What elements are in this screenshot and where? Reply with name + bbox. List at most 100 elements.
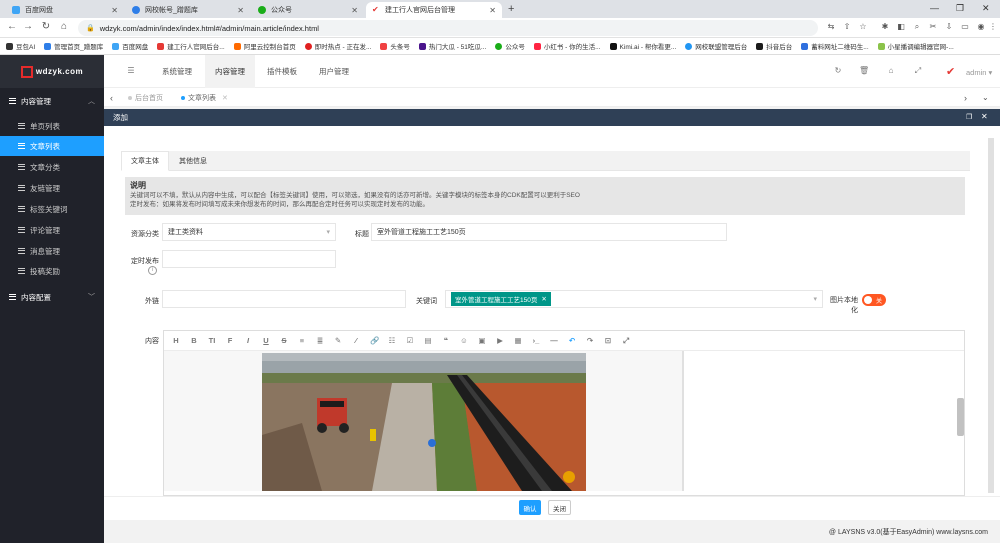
bookmark[interactable]: 阿里云控制台首页 bbox=[233, 41, 296, 51]
browser-tab[interactable]: 网校帐号_蹭题库 ✕ bbox=[126, 2, 250, 18]
sidebar-item-comments[interactable]: 评论管理 bbox=[0, 220, 104, 240]
list-icon[interactable]: ≣ bbox=[316, 336, 324, 345]
logo[interactable]: wdzyk.com bbox=[0, 55, 104, 88]
browser-tab-active[interactable]: ✔ 建工行人官网后台管理 ✕ bbox=[366, 2, 502, 18]
ordered-list-icon[interactable]: ☷ bbox=[388, 336, 396, 345]
keyword-tag[interactable]: 室外管道工程施工工艺150页 ✕ bbox=[451, 292, 551, 306]
menu-group-config[interactable]: 内容配置 ﹀ bbox=[0, 287, 104, 307]
bookmark[interactable]: Kimi.ai - 帮你看更... bbox=[609, 41, 676, 51]
bookmark[interactable]: 热门大瓜 - 51吃瓜... bbox=[418, 41, 486, 51]
tabs-menu-chevron-down-icon[interactable]: ⌄ bbox=[982, 88, 989, 107]
source-icon[interactable]: ⊡ bbox=[604, 336, 612, 345]
refresh-icon[interactable]: ↻ bbox=[833, 66, 843, 75]
image-icon[interactable]: ▣ bbox=[478, 336, 486, 345]
quote-icon[interactable]: ❝ bbox=[442, 336, 450, 345]
align-left-icon[interactable]: ▤ bbox=[424, 336, 432, 345]
sidebar-item-articles[interactable]: 文章列表 bbox=[0, 136, 104, 156]
title-input[interactable]: 室外管道工程施工工艺150页 bbox=[371, 223, 727, 241]
bookmark[interactable]: 建工行人官网后台... bbox=[157, 41, 225, 51]
search-icon[interactable]: ⌕ bbox=[912, 22, 922, 32]
bookmark[interactable]: 小星播调编辑器官网-... bbox=[877, 41, 954, 51]
undo-icon[interactable]: ↶ bbox=[568, 336, 576, 345]
menu-group-content[interactable]: 内容管理 ︿ bbox=[0, 91, 104, 111]
close-icon[interactable]: ✕ bbox=[541, 295, 546, 303]
browser-tab[interactable]: 百度网盘 ✕ bbox=[6, 2, 124, 18]
window-icon[interactable]: ▭ bbox=[960, 22, 970, 31]
emoji-icon[interactable]: ☺ bbox=[460, 336, 468, 345]
bookmark[interactable]: 公众号 bbox=[495, 41, 525, 51]
bookmark[interactable]: 抖音后台 bbox=[756, 41, 792, 51]
menu-icon[interactable]: ⋮ bbox=[988, 22, 998, 31]
close-icon[interactable]: ✕ bbox=[981, 112, 988, 121]
table-icon[interactable]: ▦ bbox=[514, 336, 522, 345]
dialog-scrollbar[interactable] bbox=[988, 138, 994, 493]
close-window-icon[interactable]: ✕ bbox=[982, 3, 990, 14]
forward-icon[interactable]: → bbox=[22, 21, 34, 32]
extensions-icon[interactable]: ✱ bbox=[880, 22, 890, 31]
back-icon[interactable]: ← bbox=[6, 21, 18, 32]
link-icon[interactable]: 🔗 bbox=[370, 336, 379, 345]
url-input[interactable]: 🔒 wdzyk.com/admin/index/index.html#/admi… bbox=[78, 20, 818, 36]
close-tab-icon[interactable]: ✕ bbox=[111, 6, 118, 15]
topnav-content[interactable]: 内容管理 bbox=[205, 55, 255, 88]
video-icon[interactable]: ▶ bbox=[496, 336, 504, 345]
download-icon[interactable]: ⇩ bbox=[944, 22, 954, 31]
editor-scrollbar-thumb[interactable] bbox=[957, 398, 964, 436]
font-icon[interactable]: F bbox=[226, 336, 234, 345]
close-tab-icon[interactable]: ✕ bbox=[237, 6, 244, 15]
tab-other-info[interactable]: 其他信息 bbox=[170, 151, 216, 171]
hamburger-icon[interactable]: ☰ bbox=[126, 66, 136, 75]
sidebar-item-tags[interactable]: 标签关键词 bbox=[0, 199, 104, 219]
pagetab-articles[interactable]: 文章列表 ✕ bbox=[181, 88, 228, 107]
bookmark[interactable]: 百度网盘 bbox=[112, 41, 148, 51]
close-button[interactable]: 关闭 bbox=[548, 500, 571, 515]
link-input[interactable] bbox=[162, 290, 406, 308]
minimize-icon[interactable]: — bbox=[930, 3, 939, 13]
maximize-icon[interactable]: ❐ bbox=[966, 113, 972, 121]
brush-icon[interactable]: ⁄ bbox=[352, 336, 360, 345]
new-tab-button[interactable]: + bbox=[508, 3, 514, 15]
translate-icon[interactable]: ⇆ bbox=[826, 22, 836, 31]
sidebar-item-messages[interactable]: 消息管理 bbox=[0, 241, 104, 261]
italic-icon[interactable]: I bbox=[244, 336, 252, 345]
user-avatar-icon[interactable]: ✔ bbox=[946, 65, 955, 78]
underline-icon[interactable]: U bbox=[262, 336, 270, 345]
home-icon[interactable]: ⌂ bbox=[886, 66, 896, 75]
sidebar-toggle-icon[interactable]: ◧ bbox=[896, 22, 906, 31]
title-icon[interactable]: TI bbox=[208, 336, 216, 345]
browser-tab[interactable]: 公众号 ✕ bbox=[252, 2, 364, 18]
keywords-select[interactable]: 室外管道工程施工工艺150页 ✕ ▾ bbox=[445, 290, 823, 308]
close-icon[interactable]: ✕ bbox=[222, 94, 228, 102]
info-icon[interactable]: i bbox=[148, 266, 157, 275]
bookmark[interactable]: 网校联盟管理后台 bbox=[685, 41, 747, 51]
sidebar-item-categories[interactable]: 文章分类 bbox=[0, 157, 104, 177]
bookmark[interactable]: 豆包AI bbox=[6, 41, 35, 51]
tabs-scroll-left-icon[interactable]: ‹ bbox=[110, 88, 113, 107]
tools-icon[interactable]: ✂ bbox=[928, 22, 938, 31]
bookmark[interactable]: 头条号 bbox=[380, 41, 410, 51]
topnav-system[interactable]: 系统管理 bbox=[152, 55, 202, 88]
bookmark[interactable]: 小红书 - 你的生活... bbox=[533, 41, 601, 51]
editor-source-pane[interactable] bbox=[164, 351, 684, 491]
close-tab-icon[interactable]: ✕ bbox=[351, 6, 358, 15]
localize-toggle[interactable]: 关 bbox=[862, 294, 886, 306]
pagetab-home[interactable]: 后台首页 bbox=[128, 88, 163, 107]
checkbox-icon[interactable]: ☑ bbox=[406, 336, 414, 345]
heading-icon[interactable]: H bbox=[172, 336, 180, 345]
hr-icon[interactable]: — bbox=[550, 336, 558, 345]
sidebar-item-links[interactable]: 友链管理 bbox=[0, 178, 104, 198]
schedule-input[interactable] bbox=[162, 250, 336, 268]
topnav-plugins[interactable]: 插件模板 bbox=[257, 55, 307, 88]
bookmark[interactable]: 即时热点 - 正在发... bbox=[304, 41, 371, 51]
tabs-scroll-right-icon[interactable]: › bbox=[964, 88, 967, 107]
profile-icon[interactable]: ◉ bbox=[976, 22, 986, 31]
redo-icon[interactable]: ↷ bbox=[586, 336, 594, 345]
user-menu[interactable]: admin ▾ bbox=[966, 68, 992, 77]
fullscreen-icon[interactable]: ⤢ bbox=[622, 336, 630, 346]
trash-icon[interactable]: 🗑 bbox=[859, 66, 869, 75]
category-select[interactable]: 建工类资料 ▾ bbox=[162, 223, 336, 241]
share-icon[interactable]: ⇧ bbox=[842, 22, 852, 31]
sidebar-item-rewards[interactable]: 投稿奖励 bbox=[0, 261, 104, 281]
close-tab-icon[interactable]: ✕ bbox=[489, 6, 496, 15]
topnav-users[interactable]: 用户管理 bbox=[309, 55, 359, 88]
